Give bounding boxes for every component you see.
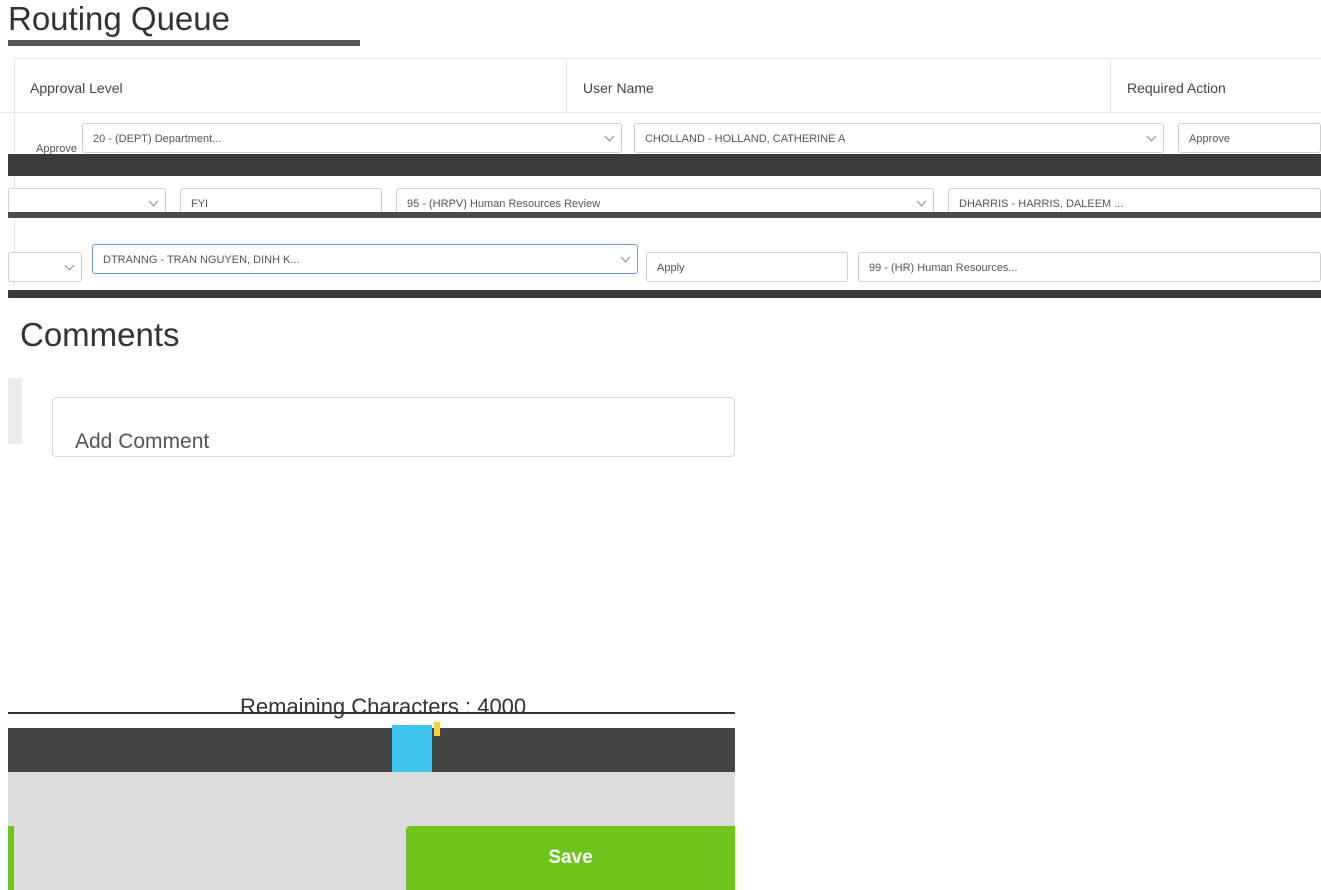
cancel-button[interactable] bbox=[8, 826, 14, 890]
required-action-value: Apply bbox=[657, 262, 685, 274]
column-divider bbox=[1110, 60, 1111, 112]
approval-level-value: 99 - (HR) Human Resources... bbox=[869, 262, 1018, 274]
row-separator-bar bbox=[8, 154, 1321, 176]
approval-level-value: 95 - (HRPV) Human Resources Review bbox=[407, 198, 601, 210]
comment-tab bbox=[8, 378, 22, 444]
approval-level-select[interactable] bbox=[8, 252, 82, 282]
highlight-marker bbox=[434, 722, 440, 736]
chevron-down-icon bbox=[148, 196, 159, 207]
add-comment-placeholder: Add Comment bbox=[75, 430, 210, 453]
add-comment-textarea[interactable]: Add Comment bbox=[52, 397, 735, 457]
remaining-characters: Remaining Characters : 4000 bbox=[240, 694, 527, 719]
header-separator bbox=[0, 112, 1321, 113]
chevron-down-icon bbox=[64, 260, 75, 271]
user-name-value: DTRANNG - TRAN NGUYEN, DINH K... bbox=[103, 254, 300, 266]
chevron-down-icon bbox=[620, 252, 631, 263]
required-action-value: FYI bbox=[191, 198, 209, 210]
user-name-select[interactable]: CHOLLAND - HOLLAND, CATHERINE A bbox=[634, 123, 1164, 153]
column-divider bbox=[566, 60, 567, 112]
chevron-down-icon bbox=[916, 196, 927, 207]
user-name-select[interactable]: DTRANNG - TRAN NGUYEN, DINH K... bbox=[92, 244, 638, 274]
chevron-down-icon bbox=[1146, 131, 1157, 142]
row-separator-bar bbox=[8, 212, 1321, 218]
required-action-select[interactable]: Apply bbox=[646, 252, 848, 282]
title-underline bbox=[8, 40, 360, 46]
required-action-select[interactable]: Approve bbox=[1178, 123, 1321, 153]
user-name-value: CHOLLAND - HOLLAND, CATHERINE A bbox=[645, 133, 846, 145]
toolbar-band bbox=[8, 728, 735, 772]
required-action-value: Approve bbox=[1189, 133, 1230, 145]
approval-level-select[interactable]: 20 - (DEPT) Department... bbox=[82, 123, 622, 153]
column-header-required-action: Required Action bbox=[1127, 80, 1226, 96]
comments-title: Comments bbox=[20, 316, 180, 353]
chevron-down-icon bbox=[604, 131, 615, 142]
row-separator-bar bbox=[8, 290, 1321, 298]
column-header-approval-level: Approval Level bbox=[30, 80, 123, 96]
column-header-user-name: User Name bbox=[583, 80, 654, 96]
divider-line bbox=[8, 712, 735, 714]
routing-queue-title: Routing Queue bbox=[8, 0, 230, 37]
approval-level-value: 20 - (DEPT) Department... bbox=[93, 133, 222, 145]
save-button[interactable]: Save bbox=[406, 826, 735, 890]
user-name-value: DHARRIS - HARRIS, DALEEM ... bbox=[959, 198, 1124, 210]
approval-level-select[interactable]: 99 - (HR) Human Resources... bbox=[858, 252, 1321, 282]
highlight-marker bbox=[392, 725, 432, 775]
